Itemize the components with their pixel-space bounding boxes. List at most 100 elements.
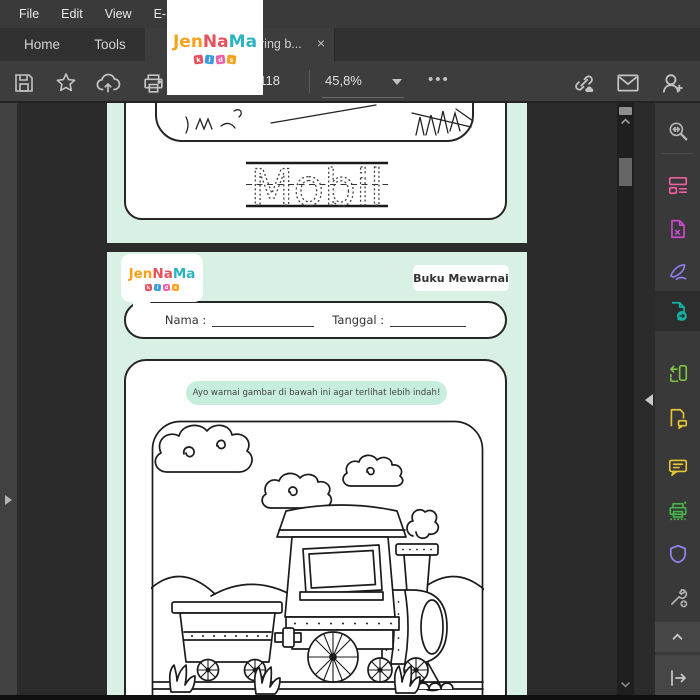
- shield-icon: [669, 544, 686, 564]
- save-button[interactable]: [10, 69, 38, 97]
- tool-protect[interactable]: [655, 534, 700, 574]
- fill-sign-pen-icon: [669, 264, 687, 281]
- acrobat-window: File Edit View E-Sign W Home Tools ring …: [0, 0, 700, 700]
- date-label: Tanggal :: [332, 313, 385, 327]
- open-tools-pane-button[interactable]: [655, 655, 700, 700]
- collapse-tools-button[interactable]: [655, 622, 700, 652]
- brand-letter: M: [228, 31, 246, 52]
- save-icon: [15, 74, 33, 92]
- tool-zoom-marquee[interactable]: [655, 111, 700, 151]
- tool-export-pdf[interactable]: [655, 291, 700, 331]
- favorite-button[interactable]: [52, 69, 80, 97]
- document-canvas[interactable]: Mobil JenNaMa k i d s Buku Mewarnai Nama…: [17, 103, 617, 695]
- brand-kids-tiles: k i d s: [193, 53, 237, 65]
- page-brand-badge: JenNaMa k i d s: [121, 254, 203, 315]
- pdf-page-previous[interactable]: Mobil: [107, 103, 527, 243]
- kid-tile: k: [144, 283, 153, 291]
- tracing-worksheet-art: Mobil: [155, 103, 474, 218]
- brand-letter: a: [163, 265, 173, 282]
- menu-bar: File Edit View E-Sign W: [0, 0, 700, 28]
- tool-edit-pdf[interactable]: [655, 353, 700, 393]
- wrench-plus-icon: [670, 588, 687, 608]
- menu-item-view[interactable]: View: [94, 0, 143, 28]
- tab-tools[interactable]: Tools: [78, 28, 142, 61]
- zoom-dropdown-caret-icon[interactable]: [392, 79, 402, 85]
- expand-left-panel-arrow-icon[interactable]: [5, 495, 12, 505]
- trace-word: Mobil: [250, 159, 383, 217]
- brand-letter: n: [142, 265, 153, 282]
- book-title-badge: Buku Mewarnai: [413, 265, 509, 291]
- brand-letter: M: [172, 265, 187, 282]
- brand-logo-overlay: JenNaMa k i d s: [167, 0, 263, 95]
- kid-tile: d: [215, 53, 226, 65]
- more-tools-button[interactable]: •••: [428, 61, 450, 101]
- zoom-marquee-icon: [668, 122, 687, 141]
- scroll-down-arrow-icon[interactable]: [620, 681, 631, 688]
- sidebar-divider: [661, 153, 693, 154]
- kid-tile: d: [162, 283, 171, 291]
- brand-wordmark: JenNaMa: [173, 32, 257, 52]
- tool-request-signatures[interactable]: [655, 398, 700, 438]
- request-signatures-icon: [670, 408, 687, 429]
- name-date-field: Nama : Tanggal :: [124, 301, 507, 339]
- chevron-up-icon: [672, 633, 683, 640]
- tool-combine-files[interactable]: [655, 165, 700, 205]
- tool-fill-and-sign[interactable]: [655, 251, 700, 291]
- tool-scan-ocr[interactable]: [655, 491, 700, 531]
- convert-pdf-icon: [670, 219, 685, 239]
- brand-kids-tiles: k i d s: [144, 283, 180, 291]
- pdf-page-current[interactable]: JenNaMa k i d s Buku Mewarnai Nama : Tan…: [107, 252, 527, 695]
- brand-letter: a: [217, 31, 229, 52]
- share-link-button[interactable]: [570, 69, 598, 97]
- kid-tile: i: [153, 283, 162, 291]
- zoom-input-underline: [322, 97, 404, 98]
- menu-item-edit[interactable]: Edit: [50, 0, 94, 28]
- date-underline: [390, 314, 467, 327]
- train-coloring-art: [151, 420, 484, 695]
- expand-pane-icon: [670, 669, 686, 686]
- tool-comment[interactable]: [655, 447, 700, 487]
- name-underline: [212, 314, 315, 327]
- kid-tile: i: [204, 53, 215, 65]
- menu-item-file[interactable]: File: [8, 0, 50, 28]
- scan-ocr-icon: [668, 501, 687, 521]
- document-tab-title: ring b...: [260, 37, 302, 51]
- brand-letter: a: [245, 31, 258, 52]
- tool-convert-pdf[interactable]: [655, 209, 700, 249]
- coloring-card: Ayo warnai gambar di bawah ini agar terl…: [124, 359, 507, 695]
- instruction-banner: Ayo warnai gambar di bawah ini agar terl…: [186, 381, 447, 405]
- toolbar-divider: [309, 70, 310, 93]
- tool-more-tools[interactable]: [655, 578, 700, 618]
- email-button[interactable]: [614, 69, 642, 97]
- scrollbar-cap: [619, 107, 632, 115]
- envelope-icon: [617, 74, 639, 92]
- add-user-icon: [662, 74, 683, 93]
- scroll-up-arrow-icon[interactable]: [620, 118, 631, 125]
- cloud-upload-icon: [96, 73, 121, 93]
- vertical-scrollbar[interactable]: [617, 103, 634, 695]
- brand-letter: e: [179, 31, 191, 52]
- print-button[interactable]: [139, 69, 167, 97]
- left-panel-strip: [0, 103, 17, 695]
- zoom-level-input[interactable]: 45,8%: [325, 61, 362, 101]
- tools-sidebar: [655, 103, 700, 700]
- brand-letter: N: [202, 31, 218, 52]
- brand-letter: e: [133, 265, 143, 282]
- share-link-icon: [575, 75, 594, 93]
- brand-letter: N: [152, 265, 164, 282]
- tab-home[interactable]: Home: [10, 28, 74, 61]
- cloud-upload-button[interactable]: [94, 69, 122, 97]
- combine-files-icon: [668, 177, 687, 195]
- right-gutter: [634, 103, 655, 695]
- main-toolbar: / 118 45,8% •••: [0, 61, 700, 103]
- close-tab-icon[interactable]: ×: [317, 28, 325, 59]
- brand-letter: n: [190, 31, 203, 52]
- kid-tile: k: [193, 53, 204, 65]
- name-label: Nama :: [164, 313, 207, 327]
- brand-wordmark: JenNaMa: [129, 266, 196, 282]
- scrollbar-thumb[interactable]: [619, 158, 632, 186]
- comment-bubble-icon: [668, 459, 687, 477]
- window-bottom-edge: [0, 695, 700, 700]
- collapse-right-panel-arrow-icon[interactable]: [645, 394, 653, 406]
- profile-button[interactable]: [658, 69, 686, 97]
